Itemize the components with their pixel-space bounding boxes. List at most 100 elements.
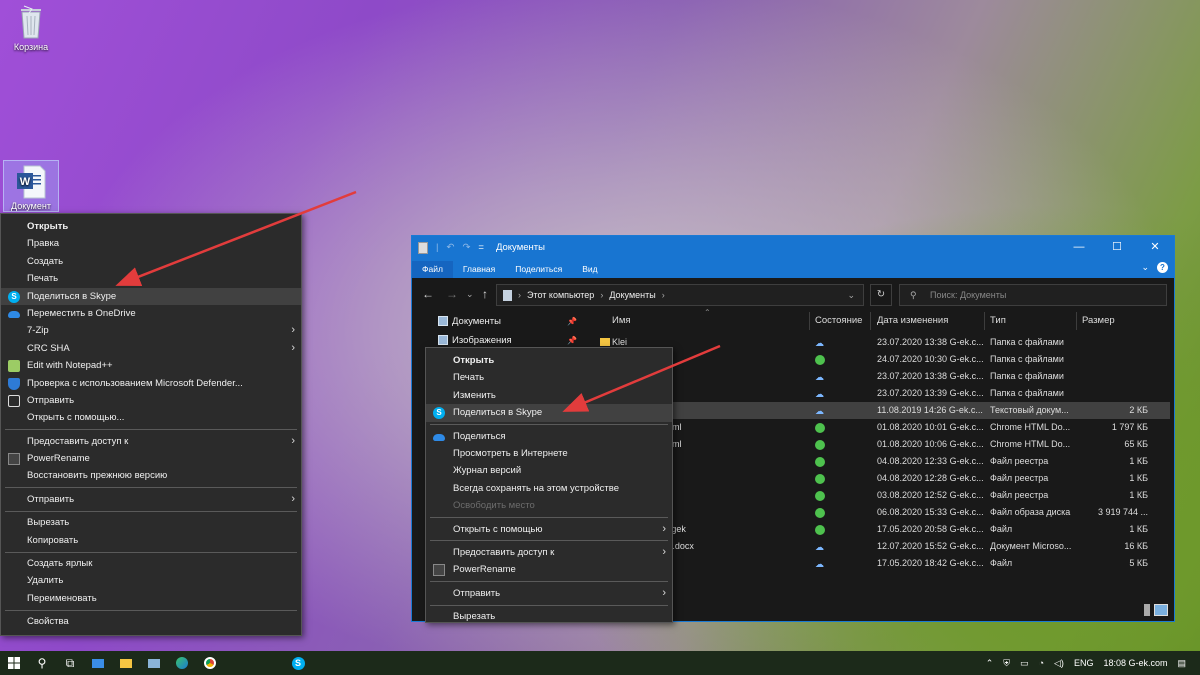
tab-view[interactable]: Вид [572,261,607,278]
menu-item[interactable]: Предоставить доступ к › [426,544,672,561]
breadcrumb-documents[interactable]: Документы [609,285,655,305]
table-row[interactable]: Klei 23.07.2020 13:38 G-ek.c... Папка с фа… [600,334,1170,351]
menu-item[interactable]: Создать ярлык [1,555,301,572]
menu-item[interactable]: Журнал версий [426,462,672,479]
table-row[interactable]: _01.08.2020.html01.08.2020 10:01 G-ek.c.… [600,419,1170,436]
column-divider[interactable] [984,312,985,330]
file-explorer-taskbar-icon[interactable] [112,651,140,675]
column-type[interactable]: Тип [990,315,1006,326]
table-row[interactable]: стройка nginx gek17.05.2020 20:58 G-ek.c… [600,521,1170,538]
search-input[interactable]: ⚲ Поиск: Документы [899,284,1167,306]
task-view-icon[interactable]: ⧉ [56,651,84,675]
battery-icon[interactable]: ▭ [1020,658,1029,669]
close-button[interactable]: ✕ [1136,236,1174,259]
chrome-icon[interactable] [196,651,224,675]
start-button[interactable] [0,651,28,675]
undo-icon[interactable]: ↶ [446,242,454,253]
menu-item[interactable]: Открыть [1,218,301,235]
up-button[interactable]: ↑ [482,287,488,301]
details-view-icon[interactable] [1144,604,1150,616]
menu-item[interactable]: Проверка с использованием Microsoft Defe… [1,375,301,392]
menu-item[interactable]: Восстановить прежнюю версию [1,467,301,484]
table-row[interactable]: 23.07.2020 13:38 G-ek.c... Папка с файлам… [600,368,1170,385]
wifi-icon[interactable]: ◔ [1039,658,1044,668]
menu-item[interactable]: Удалить [1,572,301,589]
menu-item[interactable]: Переименовать [1,590,301,607]
menu-item[interactable]: Отправить [1,392,301,409]
tab-share[interactable]: Поделиться [505,261,572,278]
column-state[interactable]: Состояние [815,315,862,326]
menu-item[interactable]: PowerRename [1,450,301,467]
menu-item[interactable]: Свойства [1,613,301,630]
breadcrumb-this-pc[interactable]: Этот компьютер [527,285,594,305]
menu-item[interactable]: S Поделиться в Skype [1,287,301,305]
table-row[interactable]: .txt11.08.2019 14:26 G-ek.c...Текстовый … [600,402,1170,419]
menu-item[interactable]: Открыть с помощью › [426,521,672,538]
menu-item[interactable]: Печать [1,270,301,287]
menu-item[interactable]: Просмотреть в Интернете [426,445,672,462]
menu-item[interactable]: Изменить [426,387,672,404]
column-divider[interactable] [809,312,810,330]
expand-ribbon-icon[interactable]: ⌄ [1141,262,1149,273]
menu-item[interactable]: Edit with Notepad++ [1,357,301,374]
menu-item[interactable]: Переместить в OneDrive [1,305,301,322]
security-icon[interactable]: ⛨ [1003,658,1010,669]
column-divider[interactable] [870,312,871,330]
notifications-icon[interactable]: ▤ [1177,658,1186,669]
table-row[interactable]: Microsoft Word.docx12.07.2020 15:52 G-ek… [600,538,1170,555]
minimize-button[interactable]: — [1060,236,1098,259]
menu-item[interactable]: Печать [426,369,672,386]
menu-item[interactable]: Создать [1,253,301,270]
skype-taskbar-icon[interactable]: S [284,651,312,675]
menu-item[interactable]: Копировать [1,532,301,549]
document-desktop-icon[interactable]: W Документ [3,160,59,212]
address-dropdown-icon[interactable]: ⌄ [847,285,855,305]
menu-item[interactable]: PowerRename [426,561,672,578]
show-hidden-icons[interactable]: ⌃ [986,658,994,669]
address-field[interactable]: › Этот компьютер › Документы › ⌄ [496,284,864,306]
table-row[interactable]: ция nginx gek17.05.2020 18:42 G-ek.c...Ф… [600,555,1170,572]
table-row[interactable]: 24.07.2020 10:30 G-ek.c... Папка с файлам… [600,351,1170,368]
network-app-icon[interactable] [140,651,168,675]
forward-button[interactable]: → [446,287,458,301]
menu-item[interactable]: Предоставить доступ к › [1,433,301,450]
large-icons-view-icon[interactable] [1154,604,1168,616]
menu-item[interactable]: Отправить › [426,585,672,602]
table-row[interactable]: ak.reg03.08.2020 12:52 G-ek.c...Файл рее… [600,487,1170,504]
menu-item[interactable]: Всегда сохранять на этом устройстве [426,480,672,497]
refresh-button[interactable]: ↻ [870,284,892,306]
recent-dropdown-icon[interactable]: ⌄ [466,289,474,300]
mail-icon[interactable] [84,651,112,675]
menu-item[interactable]: Правка [1,235,301,252]
back-button[interactable]: ← [422,287,434,301]
volume-icon[interactable]: ◁) [1054,658,1064,669]
column-date[interactable]: Дата изменения [877,315,948,326]
help-icon[interactable]: ? [1157,262,1168,273]
menu-item[interactable]: S Поделиться в Skype [426,404,672,422]
table-row[interactable]: o06.08.2020 15:33 G-ek.c...Файл образа д… [600,504,1170,521]
table-row[interactable]: itor.reg04.08.2020 12:33 G-ek.c...Файл р… [600,453,1170,470]
language-indicator[interactable]: ENG [1074,658,1094,668]
column-size[interactable]: Размер [1082,315,1115,326]
column-name[interactable]: Имя [612,315,631,326]
tab-home[interactable]: Главная [453,261,505,278]
nav-item-documents[interactable]: Документы 📌 [412,312,597,331]
menu-item[interactable]: Открыть с помощью... [1,409,301,426]
table-row[interactable]: .reg04.08.2020 12:28 G-ek.c...Файл реест… [600,470,1170,487]
quick-access-dropdown-icon[interactable]: = [478,242,484,253]
menu-item[interactable]: Вырезать [426,608,672,622]
maximize-button[interactable]: ☐ [1098,236,1136,259]
search-taskbar-icon[interactable]: ⚲ [28,651,56,675]
menu-item[interactable]: Открыть [426,352,672,369]
edge-icon[interactable] [168,651,196,675]
redo-icon[interactable]: ↷ [462,242,470,253]
menu-item[interactable]: Вырезать [1,514,301,531]
menu-item[interactable]: CRC SHA › [1,340,301,357]
menu-item[interactable]: Отправить › [1,491,301,508]
clock[interactable]: 18:08 G-ek.com [1103,658,1167,668]
menu-item[interactable]: Поделиться [426,428,672,445]
column-divider[interactable] [1076,312,1077,330]
table-row[interactable]: 23.07.2020 13:39 G-ek.c... Папка с файлам… [600,385,1170,402]
table-row[interactable]: _08.05.2020.html01.08.2020 10:06 G-ek.c.… [600,436,1170,453]
recycle-bin-desktop-icon[interactable]: Корзина [3,4,59,52]
